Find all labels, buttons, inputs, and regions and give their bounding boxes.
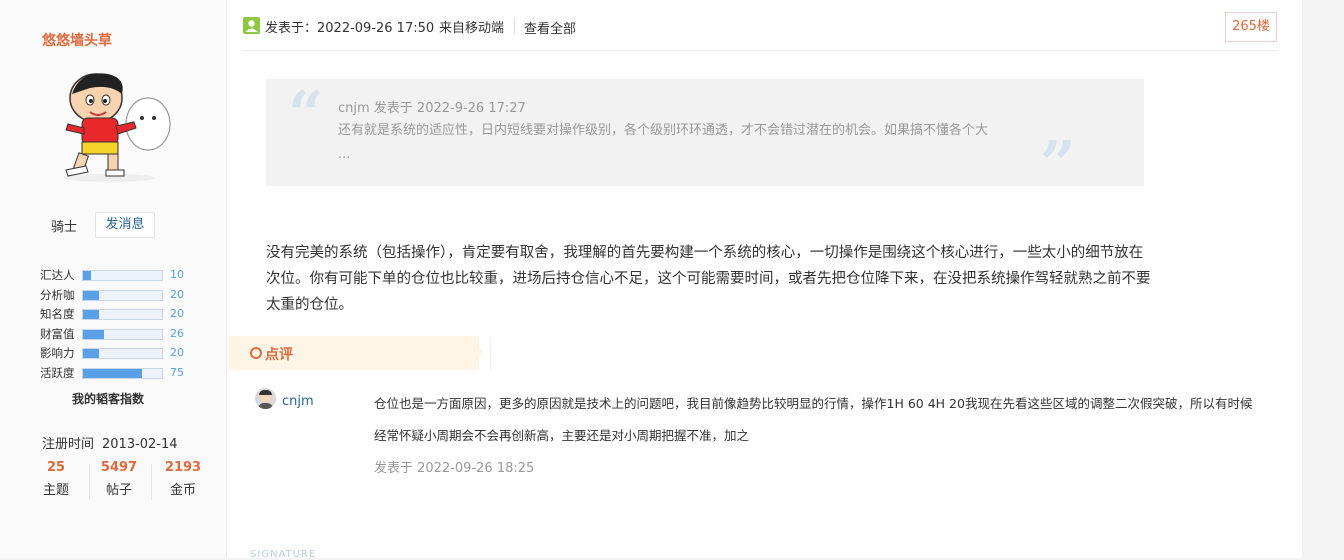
register-info: 注册时间 2013-02-14: [42, 433, 186, 452]
stat-value: 10: [170, 268, 184, 281]
stat-value: 20: [170, 307, 184, 320]
floor-number[interactable]: 265楼: [1225, 12, 1277, 42]
stat-bar: [82, 289, 163, 301]
signature-label: SIGNATURE: [250, 549, 317, 560]
user-stats: 汇达人 10 分析咖 20 知名度 20 财富值 26 影响力 20 活跃度 75: [40, 267, 190, 384]
stat-bar-fill: [83, 271, 91, 280]
stat-value: 75: [170, 365, 184, 379]
stat-row: 汇达人 10: [40, 267, 190, 287]
open-quote-icon: “: [288, 77, 324, 150]
stat-row: 影响力 20: [40, 345, 190, 365]
quote-header: cnjm 发表于 2022-9-26 17:27: [338, 101, 526, 116]
quote-body: 还有就是系统的适应性，日内短线要对操作级别，各个级别环环通透，才不会错过潜在的机…: [338, 123, 989, 162]
count-coins-label: 金币: [169, 483, 196, 498]
divider: [490, 337, 491, 370]
stat-bar: [82, 270, 163, 281]
post-time: 发表于：2022-09-26 17:50: [265, 21, 435, 36]
page: 悠悠墙头草 骑士 发消息 汇达人 10 分析咖 20 知名度 20 财富值 26 影响: [0, 0, 1302, 560]
count-posts-label: 帖子: [105, 483, 132, 498]
comment-time: 发表于 2022-09-26 18:25: [374, 461, 535, 476]
avatar[interactable]: [50, 66, 176, 186]
stat-label: 分析咖: [40, 287, 75, 302]
stat-bar: [82, 348, 163, 359]
count-topics[interactable]: 25 主题: [25, 460, 87, 498]
comment-username[interactable]: cnjm: [282, 394, 314, 409]
user-sidebar: 悠悠墙头草 骑士 发消息 汇达人 10 分析咖 20 知名度 20 财富值 26 影响: [0, 0, 227, 558]
comment-header-arrow: [469, 336, 483, 370]
stat-row: 知名度 20: [40, 306, 190, 326]
stat-label: 财富值: [40, 326, 75, 341]
stat-label: 知名度: [40, 307, 75, 321]
close-quote-icon: ”: [1040, 127, 1076, 200]
stat-label: 活跃度: [40, 365, 75, 380]
count-posts[interactable]: 5497 帖子: [88, 460, 150, 498]
post-content: 没有完美的系统（包括操作），肯定要有取舍，我理解的首先要构建一个系统的核心，一切…: [266, 245, 1151, 313]
stat-label: 影响力: [40, 346, 75, 360]
count-coins-num: 2193: [164, 460, 202, 475]
post-header: 发表于：2022-09-26 17:50 来自移动端 查看全部 265楼: [243, 12, 1277, 51]
divider: [514, 18, 515, 34]
stats-caption[interactable]: 我的韬客指数: [72, 390, 144, 407]
view-all-link[interactable]: 查看全部: [524, 18, 576, 37]
stat-row: 财富值 26: [40, 326, 190, 346]
comment-section-label: 点评: [265, 347, 293, 363]
stat-bar-fill: [83, 290, 99, 300]
comment-avatar[interactable]: [255, 388, 276, 409]
avatar-body: [258, 403, 273, 409]
avatar-hair: [259, 390, 272, 395]
stat-bar-fill: [83, 310, 99, 319]
stat-bar-fill: [83, 329, 104, 339]
comment-text: 仓位也是一方面原因，更多的原因就是技术上的问题吧，我目前像趋势比较明显的行情，操…: [374, 396, 1253, 443]
stat-row: 分析咖 20: [40, 287, 190, 307]
username[interactable]: 悠悠墙头草: [42, 30, 112, 50]
stat-bar-fill: [83, 349, 99, 358]
send-message-button[interactable]: 发消息: [95, 212, 155, 238]
stat-row: 活跃度 75: [40, 365, 190, 385]
stat-label: 汇达人: [40, 268, 75, 282]
stat-value: 26: [170, 326, 184, 340]
user-counts: 25 主题 5497 帖子 2193 金币: [25, 460, 215, 502]
stat-value: 20: [170, 287, 184, 301]
register-label: 注册时间: [42, 437, 95, 452]
count-topics-num: 25: [46, 460, 66, 475]
stat-bar: [82, 328, 163, 340]
circle-icon: [250, 347, 262, 359]
stat-bar: [82, 367, 163, 379]
quote-block: “ cnjm 发表于 2022-9-26 17:27 还有就是系统的适应性，日内…: [266, 77, 1144, 195]
stat-bar-fill: [83, 368, 143, 378]
user-rank: 骑士: [51, 220, 78, 235]
count-topics-label: 主题: [42, 483, 69, 498]
stat-bar: [82, 309, 163, 320]
stat-value: 20: [170, 346, 184, 359]
user-icon: [243, 17, 260, 34]
register-date: 2013-02-14: [102, 437, 178, 452]
count-coins[interactable]: 2193 金币: [152, 460, 214, 498]
post-source: 来自移动端: [439, 21, 505, 36]
count-posts-num: 5497: [100, 460, 138, 475]
